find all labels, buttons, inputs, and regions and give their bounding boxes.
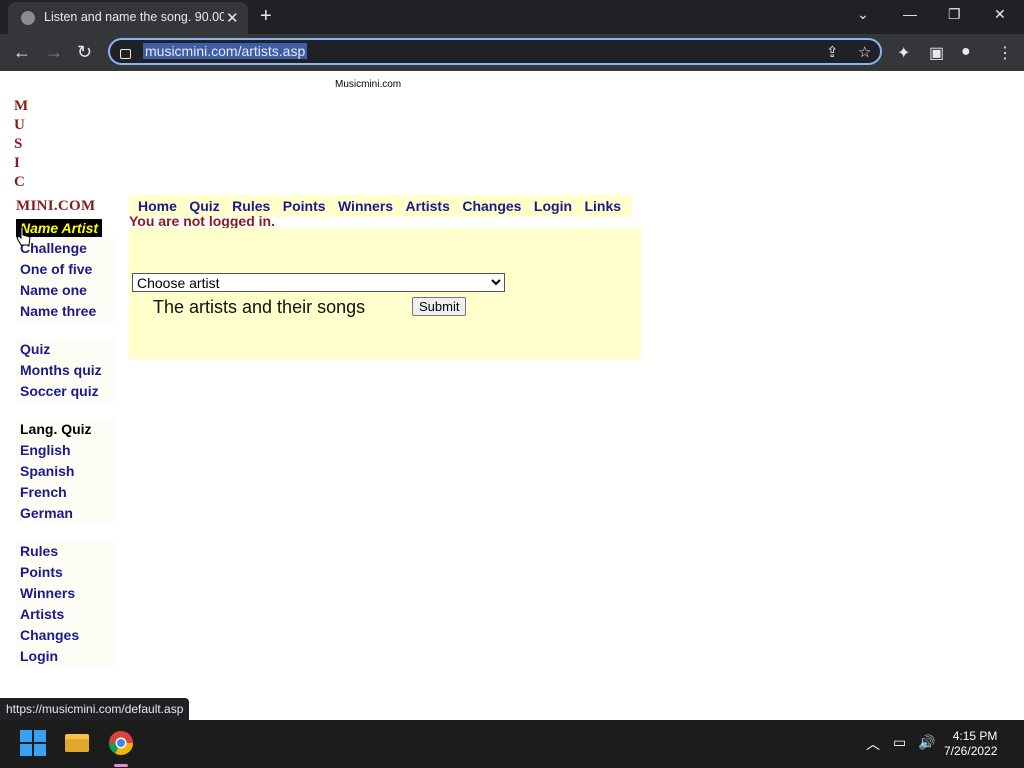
sidebar-item-german[interactable]: German: [16, 503, 116, 524]
minimize-icon[interactable]: —: [903, 6, 917, 22]
login-status: You are not logged in.: [129, 213, 275, 229]
side-panel-icon[interactable]: ▣: [929, 43, 944, 63]
sidebar-item-name-one[interactable]: Name one: [16, 280, 116, 301]
logo-letter: U: [14, 117, 25, 133]
file-explorer-icon[interactable]: [63, 729, 91, 757]
reload-icon[interactable]: ↻: [77, 42, 92, 63]
tab-search-icon[interactable]: ⌄: [857, 6, 869, 23]
clock[interactable]: 4:15 PM 7/26/2022: [944, 729, 997, 759]
logo-letter: S: [14, 136, 23, 152]
sidebar-item-french[interactable]: French: [16, 482, 116, 503]
extensions-icon[interactable]: ✦: [897, 43, 910, 63]
taskbar: ︿ ▭ 🔊 4:15 PM 7/26/2022: [0, 720, 1024, 768]
clock-date: 7/26/2022: [944, 744, 998, 758]
share-icon[interactable]: ⇪: [826, 43, 839, 61]
sidebar-item-quiz[interactable]: Quiz: [16, 339, 116, 360]
new-tab-icon[interactable]: +: [260, 5, 272, 28]
nav-links[interactable]: Links: [584, 195, 621, 217]
lock-icon[interactable]: [120, 49, 131, 59]
close-tab-icon[interactable]: ✕: [226, 9, 239, 27]
nav-login[interactable]: Login: [534, 195, 572, 217]
nav-artists[interactable]: Artists: [406, 195, 450, 217]
sidebar-item-winners[interactable]: Winners: [16, 583, 116, 604]
tab-title: Listen and name the song. 90.000: [44, 10, 224, 24]
artist-panel: Choose artist The artists and their song…: [129, 228, 641, 359]
profile-icon[interactable]: ●: [961, 43, 971, 61]
bookmark-star-icon[interactable]: ☆: [858, 43, 871, 61]
web-page: Musicmini.com M U S I C MINI.COM Name Ar…: [0, 71, 1024, 720]
restore-icon[interactable]: ❐: [948, 6, 961, 23]
sidebar-item-soccer-quiz[interactable]: Soccer quiz: [16, 381, 116, 402]
logo-letter: M: [14, 98, 29, 114]
hand-cursor-icon: [16, 226, 31, 246]
sidebar-item-artists[interactable]: Artists: [16, 604, 116, 625]
tab-bar: Listen and name the song. 90.000 ✕ + ⌄ —…: [0, 0, 1024, 34]
sidebar-item-login[interactable]: Login: [16, 646, 116, 667]
logo-letter: C: [14, 174, 25, 190]
sidebar-section-lang-quiz: Lang. Quiz: [16, 419, 116, 440]
site-title: Musicmini.com: [335, 79, 402, 90]
nav-winners[interactable]: Winners: [338, 195, 393, 217]
sidebar-item-one-of-five[interactable]: One of five: [16, 259, 116, 280]
forward-icon[interactable]: →: [45, 42, 63, 63]
sidebar-item-points[interactable]: Points: [16, 562, 116, 583]
nav-changes[interactable]: Changes: [462, 195, 521, 217]
back-icon[interactable]: ←: [13, 42, 31, 63]
sidebar: Name Artist Challenge One of five Name o…: [16, 219, 116, 667]
clock-time: 4:15 PM: [952, 729, 998, 743]
status-bar: https://musicmini.com/default.asp: [0, 698, 190, 720]
sidebar-item-spanish[interactable]: Spanish: [16, 461, 116, 482]
address-bar[interactable]: musicmini.com/artists.asp ⇪ ☆: [108, 38, 882, 65]
sidebar-item-rules[interactable]: Rules: [16, 541, 116, 562]
submit-button[interactable]: Submit: [412, 297, 467, 316]
browser-toolbar: ← → ↻ musicmini.com/artists.asp ⇪ ☆ ✦ ▣ …: [0, 34, 1024, 71]
logo-text: MINI.COM: [16, 198, 96, 214]
site-logo[interactable]: M U S I C MINI.COM: [14, 97, 114, 214]
active-app-indicator: [114, 764, 128, 767]
sidebar-item-months-quiz[interactable]: Months quiz: [16, 360, 116, 381]
sidebar-item-english[interactable]: English: [16, 440, 116, 461]
windows-start-icon[interactable]: [19, 729, 47, 757]
nav-points[interactable]: Points: [283, 195, 326, 217]
network-icon[interactable]: ▭: [893, 734, 906, 751]
chevron-up-icon[interactable]: ︿: [866, 734, 880, 754]
volume-icon[interactable]: 🔊: [918, 734, 935, 751]
sidebar-item-name-three[interactable]: Name three: [16, 301, 116, 322]
url-text[interactable]: musicmini.com/artists.asp: [143, 43, 308, 59]
artist-select[interactable]: Choose artist: [132, 273, 505, 292]
sidebar-item-changes[interactable]: Changes: [16, 625, 116, 646]
close-window-icon[interactable]: ✕: [994, 6, 1006, 23]
logo-letter: I: [14, 155, 20, 171]
browser-tab[interactable]: Listen and name the song. 90.000 ✕: [8, 2, 248, 34]
panel-text: The artists and their songs: [153, 297, 366, 317]
globe-icon: [21, 11, 35, 25]
chrome-icon[interactable]: [107, 729, 135, 757]
menu-icon[interactable]: ⋮: [997, 43, 1013, 63]
